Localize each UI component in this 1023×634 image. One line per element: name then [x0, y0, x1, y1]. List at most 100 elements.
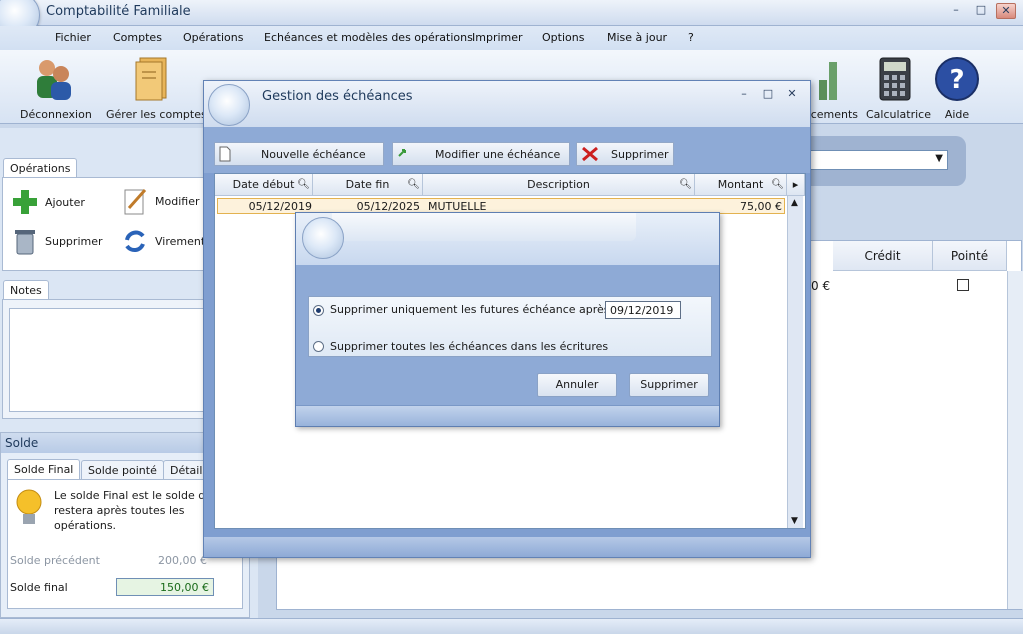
- search-icon[interactable]: 🔍︎: [771, 174, 784, 196]
- nouvelle-echeance-button[interactable]: Nouvelle échéance: [214, 142, 384, 166]
- search-icon[interactable]: 🔍︎: [407, 174, 420, 196]
- col-date-debut-label: Date début: [232, 178, 295, 191]
- menu-comptes[interactable]: Comptes: [113, 31, 162, 44]
- solde-precedent-label: Solde précédent: [10, 554, 100, 567]
- tab-solde-final[interactable]: Solde Final: [7, 459, 81, 479]
- edit-icon: [124, 189, 147, 215]
- date-field[interactable]: 09/12/2019: [605, 301, 681, 319]
- aide-button[interactable]: ? Aide: [930, 56, 984, 121]
- dialog-maximize-icon[interactable]: □: [758, 87, 778, 103]
- solde-precedent-value: 200,00 €: [158, 554, 207, 567]
- col-date-fin[interactable]: Date fin 🔍︎: [313, 174, 423, 196]
- minimize-icon[interactable]: –: [946, 3, 966, 19]
- col-date-debut[interactable]: Date début 🔍︎: [215, 174, 313, 196]
- supprimer-echeance-label: Supprimer: [611, 147, 669, 161]
- trash-icon: [15, 230, 35, 255]
- supprimer-label: Supprimer: [45, 234, 103, 248]
- maximize-icon[interactable]: □: [971, 3, 991, 19]
- annuler-button[interactable]: Annuler: [537, 373, 617, 397]
- menu-mise-a-jour[interactable]: Mise à jour: [607, 31, 667, 44]
- grid-scrollbar[interactable]: [1007, 271, 1023, 609]
- refresh-icon: [125, 230, 145, 252]
- new-document-icon: [219, 146, 231, 162]
- credit-partial-value: 0 €: [811, 279, 831, 293]
- calculatrice-button[interactable]: Calculatrice: [866, 56, 932, 121]
- delete-x-icon: [582, 146, 598, 162]
- deconnexion-button[interactable]: Déconnexion: [20, 56, 92, 121]
- radio-future-only[interactable]: [313, 305, 324, 316]
- pointe-checkbox[interactable]: [957, 279, 969, 291]
- dialog-titlebar: Gestion des échéances – □ ✕: [204, 81, 810, 127]
- dialog-orb: [208, 84, 250, 126]
- confirm-footer: [296, 405, 719, 426]
- app-title: Comptabilité Familiale: [46, 4, 191, 19]
- edit-arrows-icon: [398, 149, 406, 157]
- col-montant[interactable]: Montant 🔍︎: [695, 174, 787, 196]
- gerer-comptes-button[interactable]: Gérer les comptes: [106, 56, 207, 121]
- col-credit[interactable]: Crédit: [833, 241, 933, 271]
- dialog-title: Gestion des échéances: [262, 89, 413, 104]
- option-all-label[interactable]: Supprimer toutes les échéances dans les …: [330, 340, 608, 353]
- virements-button[interactable]: Virements: [121, 226, 211, 256]
- account-combo[interactable]: ▼: [798, 150, 948, 170]
- columns-more-icon[interactable]: ▸: [787, 174, 805, 196]
- tab-notes[interactable]: Notes: [3, 280, 49, 300]
- deconnexion-label: Déconnexion: [20, 108, 92, 121]
- modifier-echeance-button[interactable]: Modifier une échéance: [392, 142, 570, 166]
- supprimer-echeance-button[interactable]: Supprimer: [576, 142, 674, 166]
- tab-solde-pointe[interactable]: Solde pointé: [81, 460, 164, 480]
- menubar: Fichier Comptes Opérations Echéances et …: [0, 26, 1023, 50]
- app-titlebar: Comptabilité Familiale – □ ✕: [0, 0, 1023, 38]
- aide-label: Aide: [944, 108, 970, 121]
- options-group: Supprimer uniquement les futures échéanc…: [308, 296, 712, 357]
- menu-fichier[interactable]: Fichier: [55, 31, 91, 44]
- confirm-titlebar: [296, 213, 719, 265]
- confirm-title-tab: [332, 213, 636, 241]
- col-montant-label: Montant: [717, 178, 764, 191]
- search-icon[interactable]: 🔍︎: [297, 174, 310, 196]
- col-description[interactable]: Description 🔍︎: [423, 174, 695, 196]
- scroll-down-icon[interactable]: ▼: [791, 516, 798, 526]
- calculator-icon: [879, 57, 911, 101]
- calculatrice-label: Calculatrice: [866, 108, 932, 121]
- ajouter-button[interactable]: Ajouter: [11, 188, 85, 216]
- bar-chart-icon: [819, 62, 837, 100]
- lightbulb-icon: [16, 489, 42, 524]
- chevron-down-icon: ▼: [935, 153, 943, 164]
- close-icon[interactable]: ✕: [996, 3, 1016, 19]
- menu-imprimer[interactable]: Imprimer: [472, 31, 523, 44]
- confirm-orb: [302, 217, 344, 259]
- radio-all[interactable]: [313, 341, 324, 352]
- dialog-toolbar: Nouvelle échéance Modifier une échéance …: [204, 127, 810, 173]
- modifier-button[interactable]: Modifier: [121, 186, 199, 216]
- scroll-up-icon[interactable]: ▲: [791, 198, 798, 208]
- delete-confirm-dialog: Supprimer uniquement les futures échéanc…: [295, 212, 720, 427]
- menu-operations[interactable]: Opérations: [183, 31, 243, 44]
- confirm-supprimer-button[interactable]: Supprimer: [629, 373, 709, 397]
- col-pointe[interactable]: Pointé: [933, 241, 1007, 271]
- menu-options[interactable]: Options: [542, 31, 584, 44]
- modifier-label: Modifier: [155, 194, 200, 208]
- users-icon: [37, 60, 71, 100]
- search-icon[interactable]: 🔍︎: [679, 174, 692, 196]
- dialog-minimize-icon[interactable]: –: [734, 87, 754, 103]
- account-combo-frame: ▼: [798, 136, 966, 186]
- ajouter-label: Ajouter: [45, 195, 85, 209]
- col-description-label: Description: [527, 178, 590, 191]
- dialog-close-icon[interactable]: ✕: [782, 87, 802, 103]
- solde-final-label: Solde final: [10, 581, 68, 594]
- menu-help[interactable]: ?: [688, 31, 694, 44]
- folder-icon: [135, 57, 167, 101]
- solde-final-value: 150,00 €: [116, 578, 214, 596]
- col-date-fin-label: Date fin: [345, 178, 390, 191]
- grid-vertical-scrollbar[interactable]: ▲ ▼: [787, 196, 803, 528]
- menu-echeances[interactable]: Echéances et modèles des opérations: [264, 31, 473, 44]
- tab-operations[interactable]: Opérations: [3, 158, 78, 178]
- gerer-comptes-label: Gérer les comptes: [106, 108, 207, 121]
- option-future-only-label[interactable]: Supprimer uniquement les futures échéanc…: [330, 303, 630, 316]
- status-bar: [0, 618, 1023, 634]
- plus-icon: [13, 190, 37, 214]
- nouvelle-echeance-label: Nouvelle échéance: [261, 147, 366, 161]
- dialog-footer: [204, 537, 810, 557]
- supprimer-button[interactable]: Supprimer: [11, 226, 103, 256]
